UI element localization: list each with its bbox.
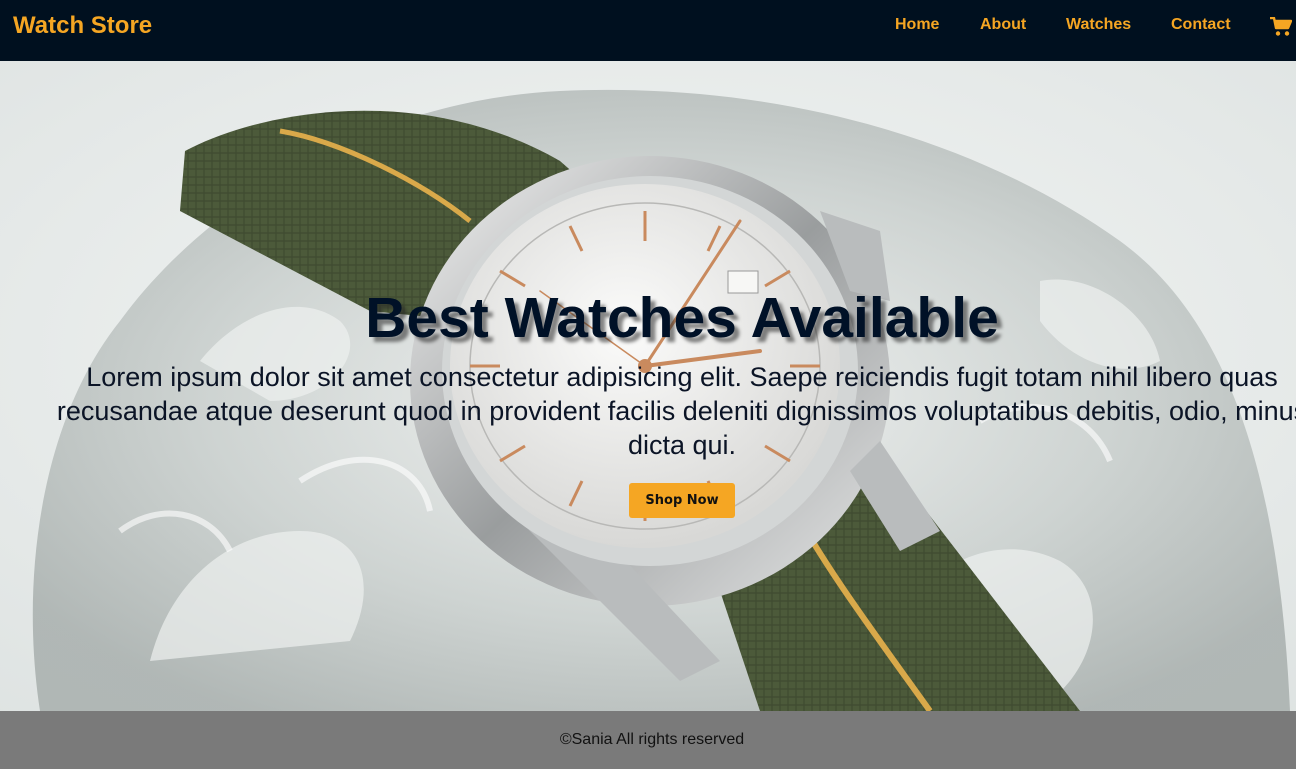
brand-logo[interactable]: Watch Store (13, 12, 152, 40)
footer-copyright: ©Sania All rights reserved (559, 731, 745, 748)
hero-description: Lorem ipsum dolor sit amet consectetur a… (56, 362, 1296, 460)
shop-now-button[interactable]: Shop Now (629, 483, 735, 518)
nav-link-contact[interactable]: Contact (1171, 16, 1231, 34)
hero-content: Best Watches Available Lorem ipsum dolor… (0, 61, 1296, 711)
nav-link-watches[interactable]: Watches (1066, 16, 1131, 34)
footer: ©Sania All rights reserved (0, 711, 1296, 769)
hero-title: Best Watches Available (365, 286, 999, 350)
nav-link-about[interactable]: About (980, 16, 1026, 34)
hero-section: Best Watches Available Lorem ipsum dolor… (0, 61, 1296, 711)
nav-link-home[interactable]: Home (895, 16, 939, 34)
navbar: Watch Store Home About Watches Contact (0, 0, 1296, 61)
shopping-cart-icon[interactable] (1270, 17, 1292, 37)
